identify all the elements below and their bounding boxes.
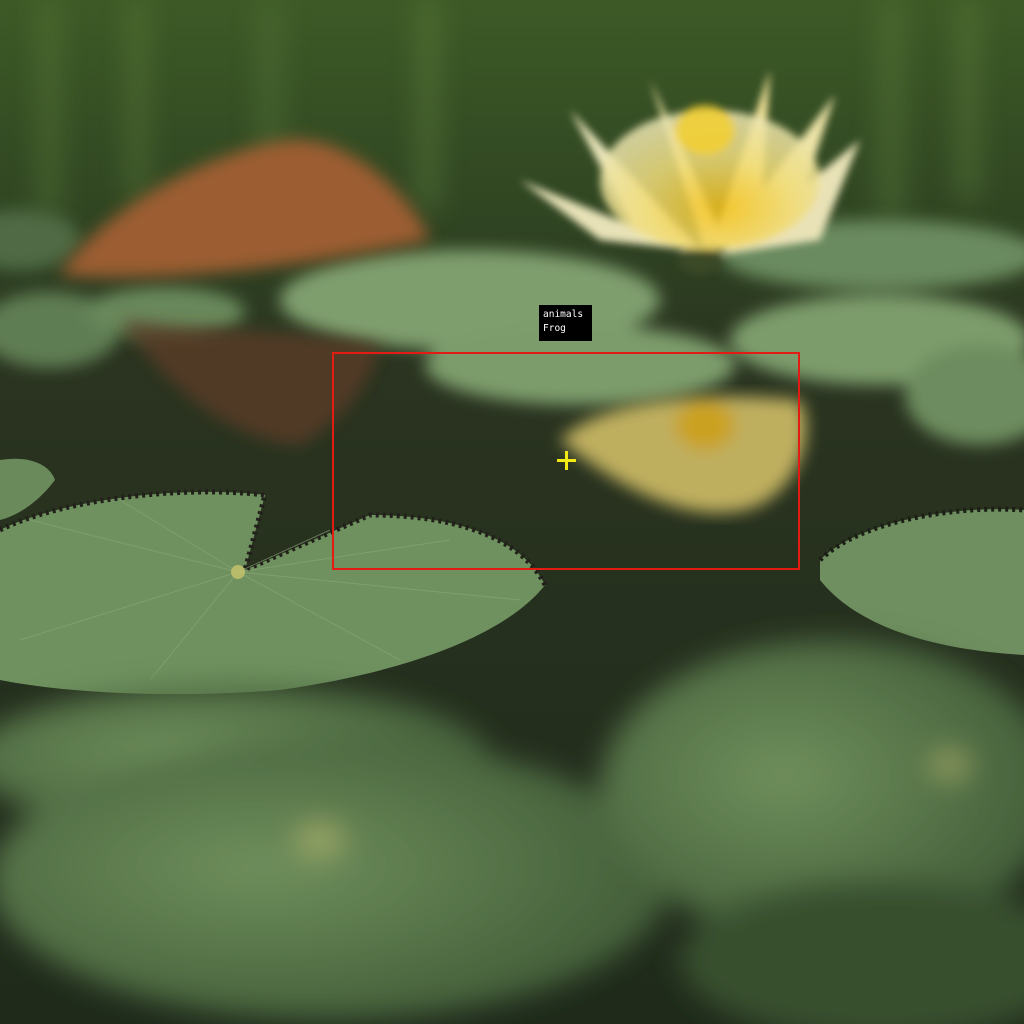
annotation-label: animals Frog xyxy=(539,305,592,341)
annotation-object-label: Frog xyxy=(543,323,566,334)
annotation-category: animals xyxy=(543,309,584,320)
photo-scene: animals Frog xyxy=(0,0,1024,1024)
center-crosshair-marker xyxy=(557,451,576,470)
